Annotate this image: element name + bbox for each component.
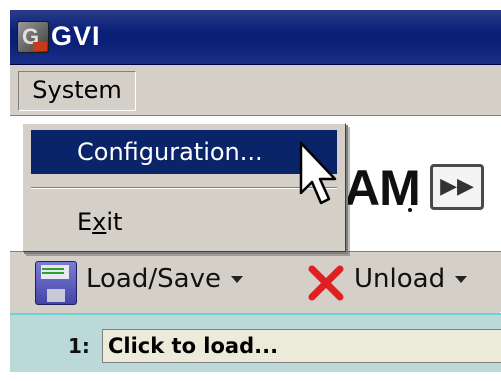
load-save-label: Load/Save — [86, 264, 221, 294]
menu-item-label: Configuration... — [77, 138, 263, 166]
menu-system[interactable]: System — [18, 71, 136, 111]
chevron-down-icon — [230, 276, 243, 283]
chevron-down-icon — [455, 276, 468, 283]
app-window: G GVI System AM ▶▶ Load/Save Unload 1: C… — [10, 10, 501, 372]
system-dropdown-menu: Configuration... Exit — [22, 123, 346, 252]
menu-item-exit[interactable]: Exit — [31, 200, 337, 244]
unload-label: Unload — [354, 264, 446, 294]
app-icon[interactable]: G — [17, 21, 49, 53]
window-title: GVI — [51, 21, 101, 51]
load-field[interactable]: Click to load... — [102, 329, 501, 363]
menu-item-label: Exit — [77, 208, 123, 236]
title-bar[interactable]: G GVI — [10, 10, 501, 65]
load-save-button[interactable]: Load/Save — [86, 264, 243, 300]
load-slot-row: 1: Click to load... — [10, 313, 501, 372]
mouse-cursor-icon — [299, 141, 337, 205]
menu-separator — [31, 187, 337, 189]
floppy-disk-icon[interactable] — [35, 261, 77, 305]
red-x-icon[interactable] — [307, 264, 345, 302]
unload-button[interactable]: Unload — [354, 264, 468, 300]
brand-logo-dot — [408, 208, 412, 212]
menu-bar: System — [10, 65, 501, 115]
slot-number: 1: — [68, 334, 90, 358]
fast-forward-button[interactable]: ▶▶ — [430, 164, 484, 210]
menu-item-configuration[interactable]: Configuration... — [31, 130, 337, 174]
toolbar: Load/Save Unload — [10, 252, 501, 312]
